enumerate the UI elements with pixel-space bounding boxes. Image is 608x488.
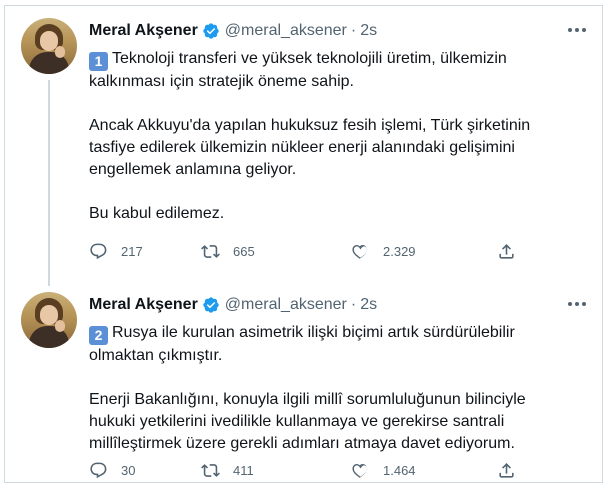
tweet-actions: 217 665 2.329 [89,239,529,263]
author-handle[interactable]: @meral_aksener [225,22,347,40]
share-icon [499,243,514,259]
timestamp[interactable]: 2s [360,22,377,40]
author-handle[interactable]: @meral_aksener [225,296,347,314]
avatar[interactable] [21,18,77,74]
like-count: 2.329 [383,243,416,259]
reply-count: 217 [121,243,143,259]
reply-icon [90,243,107,259]
more-options-icon[interactable] [566,20,588,40]
like-count: 1.464 [383,462,416,478]
retweet-icon [201,463,220,477]
tweet-1[interactable]: Meral Akşener @meral_aksener · 2s 1 Tekno… [5,6,602,286]
tweet-text: 1 Teknoloji transferi ve yüksek teknoloji… [89,48,574,225]
retweet-count: 411 [233,462,254,478]
avatar[interactable] [21,292,77,348]
author-name[interactable]: Meral Akşener [89,296,198,314]
verified-badge-icon [203,23,219,39]
author-name[interactable]: Meral Akşener [89,22,198,40]
share-button[interactable] [497,458,516,482]
timestamp[interactable]: 2s [360,296,377,314]
verified-badge-icon [203,297,219,313]
retweet-button[interactable]: 665 [201,239,255,263]
tweet-header: Meral Akşener @meral_aksener · 2s [89,294,586,316]
separator-dot: · [350,22,357,39]
share-button[interactable] [497,239,516,263]
tweet-2[interactable]: Meral Akşener @meral_aksener · 2s 2 Rusya… [5,280,602,482]
tweet-thread: Meral Akşener @meral_aksener · 2s 1 Tekno… [4,5,603,483]
tweet-text: 2 Rusya ile kurulan asimetrik ilişki biçi… [89,322,574,455]
thread-connector-line [48,80,50,286]
tweet-body: Rusya ile kurulan asimetrik ilişki biçim… [89,324,526,452]
tweet-header: Meral Akşener @meral_aksener · 2s [89,20,586,42]
reply-button[interactable]: 30 [89,458,135,482]
separator-dot: · [350,296,357,313]
like-icon [352,463,368,478]
like-button[interactable]: 1.464 [351,458,416,482]
retweet-button[interactable]: 411 [201,458,254,482]
share-icon [499,462,514,478]
tweet-body: Teknoloji transferi ve yüksek teknolojil… [89,50,531,222]
keycap-number-icon: 2 [89,326,108,345]
tweet-actions: 30 411 1.464 [89,458,529,482]
reply-icon [90,462,107,478]
like-icon [352,244,368,259]
reply-button[interactable]: 217 [89,239,143,263]
like-button[interactable]: 2.329 [351,239,416,263]
keycap-number-icon: 1 [89,52,108,71]
retweet-count: 665 [233,243,255,259]
reply-count: 30 [121,462,136,478]
retweet-icon [201,244,220,258]
more-options-icon[interactable] [566,294,588,314]
